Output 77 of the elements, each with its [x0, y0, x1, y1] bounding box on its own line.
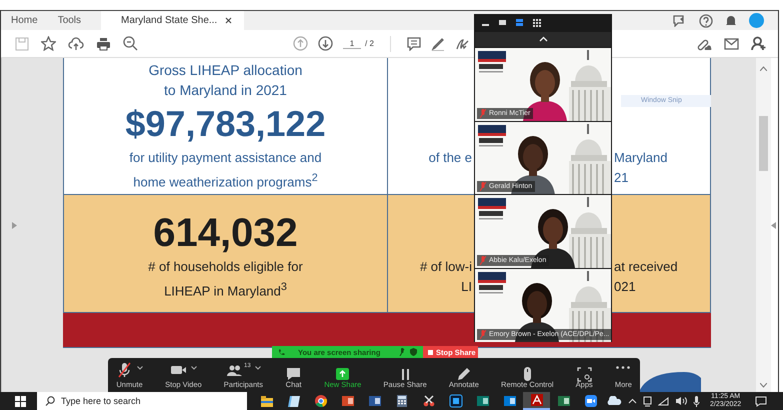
scissors-icon: [422, 394, 436, 408]
search-icon: [45, 396, 55, 406]
add-user-icon[interactable]: [751, 36, 766, 51]
heading-text: Gross LIHEAP allocation: [148, 61, 302, 80]
thumbnail-icon[interactable]: [498, 18, 508, 28]
mail-app-icon: [502, 394, 516, 408]
more-icon: [616, 366, 630, 368]
microphone-icon[interactable]: [693, 396, 700, 406]
caption-text: for utility payment assistance and: [129, 149, 322, 167]
device-icon[interactable]: [643, 396, 652, 406]
figure-number: 614,032: [153, 210, 298, 257]
caret-icon[interactable]: [137, 366, 143, 370]
caption-text: of the e: [428, 149, 472, 167]
image-editor-icon: [448, 394, 462, 408]
signature-icon[interactable]: [454, 36, 470, 50]
collapse-icon[interactable]: [538, 36, 548, 42]
next-page-icon[interactable]: [318, 36, 333, 51]
help-icon[interactable]: [699, 14, 713, 28]
shield-icon: [410, 348, 418, 356]
share-screen-icon: [334, 366, 352, 382]
cloud-icon[interactable]: [606, 396, 622, 406]
pdf-app-icon: [530, 393, 544, 407]
caption-text: # of low-i: [420, 258, 472, 276]
chat-icon: [285, 366, 302, 382]
close-icon[interactable]: [225, 17, 232, 24]
apps-icon: [576, 366, 593, 382]
print-icon[interactable]: [96, 36, 111, 50]
figure-number: $97,783,122: [125, 102, 326, 146]
gallery-view-icon[interactable]: [532, 18, 542, 28]
scroll-thumb[interactable]: [759, 116, 768, 171]
chevron-up-icon[interactable]: [628, 398, 637, 404]
bell-icon[interactable]: [725, 14, 737, 27]
avatar[interactable]: [749, 13, 764, 28]
taskbar-button[interactable]: [523, 392, 550, 410]
circle-graphic: [639, 372, 701, 392]
document-app-icon: [368, 394, 382, 408]
mail-icon[interactable]: [724, 38, 739, 50]
page-total: / 2: [365, 39, 374, 48]
spreadsheet-app-icon: [556, 394, 570, 408]
notifications-icon[interactable]: [755, 396, 768, 406]
caption-text: LI: [461, 278, 472, 296]
caret-icon[interactable]: [190, 366, 197, 370]
page-number-field[interactable]: 1: [343, 38, 361, 48]
publisher-icon: [476, 394, 490, 408]
network-icon[interactable]: [658, 396, 669, 406]
tab[interactable]: Home: [1, 10, 48, 30]
notepad-icon: [286, 394, 300, 408]
scroll-down-icon[interactable]: [760, 383, 767, 388]
caption-text: LIHEAP in Maryland$^{3}$: [164, 280, 287, 297]
zoom-out-icon[interactable]: [123, 36, 138, 51]
caption-text: # of households eligible for: [148, 258, 303, 276]
star-icon[interactable]: [41, 36, 56, 51]
cloud-upload-icon[interactable]: [68, 36, 84, 50]
volume-icon[interactable]: [675, 396, 687, 406]
windows-icon[interactable]: [15, 396, 26, 406]
caret-icon[interactable]: [254, 366, 261, 370]
search-field[interactable]: Type here to search: [37, 392, 247, 410]
mic-icon: [399, 348, 406, 356]
caption-text: home weatherization programs$^{2}$: [133, 171, 318, 188]
slides-app-icon: [340, 394, 354, 408]
pen-icon[interactable]: [430, 36, 445, 50]
video-app-icon: [584, 394, 598, 408]
folder-icon: [260, 394, 274, 408]
chrome-icon: [314, 394, 328, 408]
tab[interactable]: Maryland State She...: [101, 10, 244, 30]
caption-text: Maryland: [614, 149, 668, 167]
caption-text: at received: [614, 258, 678, 276]
scroll-up-icon[interactable]: [760, 66, 767, 71]
tab[interactable]: Tools: [48, 10, 92, 30]
heading-text: to Maryland in 2021: [163, 81, 288, 100]
caption-text: 021: [614, 278, 636, 296]
caption-text: 21: [614, 169, 628, 187]
pencil-icon: [455, 366, 472, 382]
phone-icon: [278, 348, 285, 356]
comment-icon[interactable]: [406, 36, 421, 50]
speaker-view-icon[interactable]: [515, 18, 525, 28]
calculator-icon: [394, 394, 408, 408]
